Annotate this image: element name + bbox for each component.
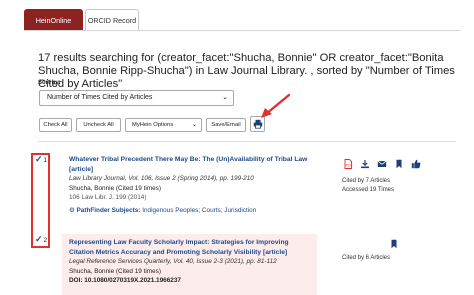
- result-2-checkbox[interactable]: ✓2: [35, 234, 47, 245]
- tab-heinonline-works[interactable]: HeinOnline Works: [24, 9, 83, 46]
- result-1-stats: Cited by 7 Articles Accessed 19 Times: [342, 177, 394, 194]
- result-2-source: Legal Reference Services Quarterly, Vol.…: [69, 258, 277, 266]
- result-1-accessed: Accessed 19 Times: [342, 186, 395, 193]
- email-button[interactable]: [374, 157, 389, 170]
- result-2-title[interactable]: Representing Law Faculty Scholarly Impac…: [69, 238, 315, 257]
- chevron-down-icon: ⌄: [191, 122, 197, 128]
- result-1-cited-by[interactable]: Cited by 7 Articles: [342, 177, 394, 186]
- check-all-button[interactable]: Check All: [39, 118, 72, 132]
- checkmark-icon: ✓: [35, 154, 43, 164]
- result-2-actions: [386, 237, 401, 250]
- svg-text:PDF: PDF: [345, 163, 352, 167]
- tab-divider: [24, 30, 460, 31]
- pathfinder-subjects[interactable]: Indigenous Peoples; Courts; Jurisdiction: [142, 207, 256, 214]
- result-1-number: 1: [43, 157, 48, 164]
- print-icon: [253, 119, 263, 129]
- pdf-icon: PDF: [344, 158, 353, 169]
- download-button[interactable]: [357, 157, 372, 170]
- result-1-actions: PDF: [340, 157, 423, 170]
- thumbs-up-icon: [411, 159, 420, 168]
- result-2-author[interactable]: Shucha, Bonnie (Cited 19 times): [69, 267, 315, 277]
- pathfinder-icon: ⚙: [69, 206, 75, 214]
- uncheck-all-button[interactable]: Uncheck All: [76, 118, 121, 132]
- result-1-title[interactable]: Whatever Tribal Precedent There May Be: …: [69, 155, 319, 174]
- email-icon: [377, 160, 386, 167]
- checkmark-icon: ✓: [35, 234, 43, 244]
- result-1-author[interactable]: Shucha, Bonnie (Cited 19 times): [69, 184, 319, 194]
- sort-select-value: Number of Times Cited by Articles: [47, 94, 153, 101]
- result-2-number: 2: [43, 237, 48, 244]
- download-icon: [360, 159, 369, 168]
- result-1-source: Law Library Journal, Vol. 106, Issue 2 (…: [69, 175, 254, 183]
- sort-label: Sort by:: [38, 80, 61, 86]
- result-item-1: Whatever Tribal Precedent There May Be: …: [69, 155, 319, 216]
- myhein-options-select[interactable]: MyHein Options ⌄: [125, 118, 202, 132]
- results-heading: 17 results searching for (creator_facet:…: [38, 52, 455, 90]
- pathfinder-label: PathFinder Subjects:: [76, 206, 141, 214]
- sort-select[interactable]: Number of Times Cited by Articles ⌄: [39, 90, 234, 106]
- result-1-citation: 106 Law Libr. J. 199 (2014): [69, 194, 147, 202]
- myhein-options-label: MyHein Options: [132, 122, 174, 128]
- result-1-checkbox[interactable]: ✓1: [35, 154, 47, 165]
- tab-orcid-record[interactable]: ORCID Record: [85, 9, 139, 30]
- pdf-button[interactable]: PDF: [340, 157, 355, 170]
- bookmark-button[interactable]: [386, 237, 401, 250]
- result-item-2: Representing Law Faculty Scholarly Impac…: [69, 238, 315, 286]
- arrow-annotation-icon: [261, 93, 291, 118]
- bookmark-button[interactable]: [391, 157, 406, 170]
- chevron-down-icon: ⌄: [222, 94, 228, 101]
- result-1-pathfinder: ⚙ PathFinder Subjects: Indigenous People…: [69, 206, 319, 216]
- bookmark-icon: [396, 159, 401, 168]
- save-email-button[interactable]: Save/Email: [206, 118, 246, 132]
- result-2-doi[interactable]: DOI: 10.1080/0270319X.2021.1966237: [69, 276, 315, 286]
- result-2-cited-by[interactable]: Cited by 6 Articles: [342, 255, 390, 261]
- work-tabs: HeinOnline Works ORCID Record: [24, 9, 139, 46]
- bookmark-icon: [391, 239, 396, 248]
- results-divider: [38, 141, 456, 142]
- like-button[interactable]: [408, 157, 423, 170]
